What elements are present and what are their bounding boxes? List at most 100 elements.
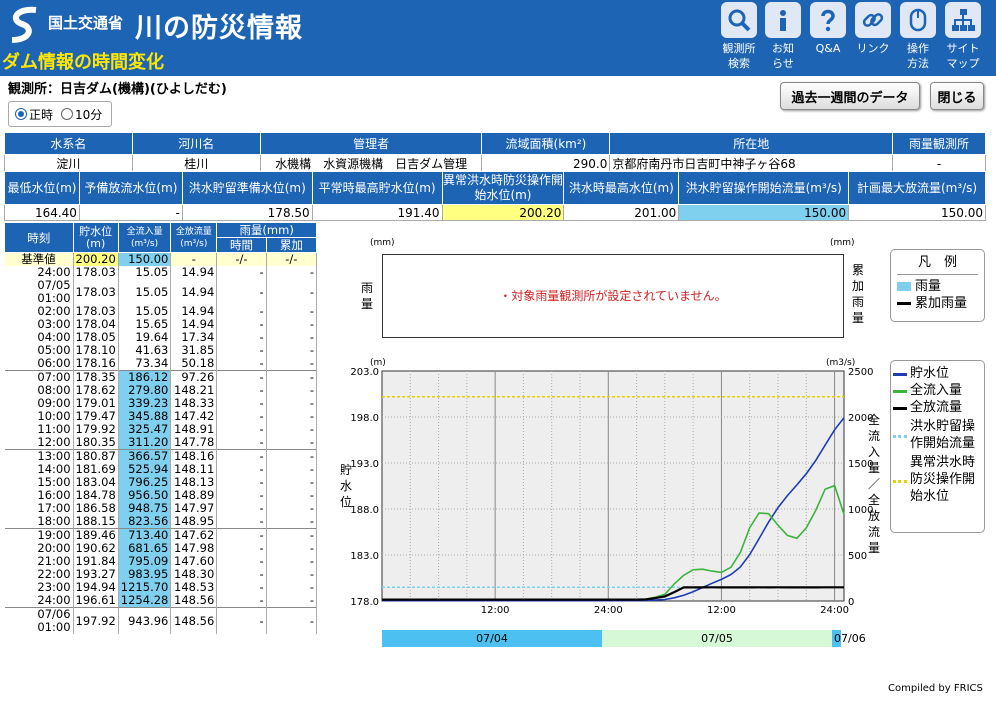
cell: 150.00 (678, 204, 850, 221)
rain-cum-cell: - (266, 305, 318, 318)
col-header-rain-time: 時間 (216, 237, 267, 253)
rain-cum-cell: - (266, 528, 318, 542)
rain-time-cell: - (216, 449, 267, 463)
legend-label: 雨量 (915, 279, 942, 294)
rain-cum-cell: - (266, 344, 318, 357)
cell: 191.40 (311, 204, 443, 221)
date-segment-0704: 07/04 (382, 630, 602, 647)
nav-howto[interactable]: 操作 方法 (896, 2, 940, 71)
legend-label: 洪水貯留操作開始流量 (910, 419, 976, 451)
cell: 桂川 (131, 154, 261, 173)
outflow-cell: 97.26 (170, 370, 218, 384)
rain-time-cell: - (216, 423, 267, 436)
basin-info-table: 水系名 河川名 管理者 流域面積(km²) 所在地 雨量観測所 淀川 桂川 水機… (4, 132, 986, 173)
inflow-cell: 15.05 (118, 266, 172, 279)
outflow-cell: 14.94 (170, 266, 218, 279)
y-tick-label-left: 198.0 (350, 413, 379, 424)
time-cell: 07/06 01:00 (4, 607, 74, 634)
radio-unselected-icon (61, 108, 74, 120)
ministry-name: 国土交通省 (48, 14, 124, 32)
radio-10min[interactable]: 10分 (61, 106, 102, 123)
rain-time-cell: - (216, 410, 267, 423)
time-cell: 12:00 (4, 436, 74, 450)
col-header: 洪水時最高水位(m) (563, 171, 680, 205)
cell: 水機構 水資源機構 日吉ダム管理 (259, 154, 483, 173)
rain-time-cell: - (216, 279, 267, 305)
cell: 178.50 (181, 204, 313, 221)
y-tick-label-right: 500 (848, 551, 867, 562)
level-cell: 178.03 (73, 279, 119, 305)
legend-label: 貯水位 (910, 366, 950, 381)
radio-hourly[interactable]: 正時 (15, 106, 53, 123)
level-axis-label: 貯水位 (339, 463, 352, 509)
compiled-by: Compiled by FRICS (888, 683, 983, 694)
rain-cum-cell: - (266, 397, 318, 410)
rain-time-cell: - (216, 515, 267, 529)
baseline-level: 200.20 (73, 252, 119, 266)
rain-time-cell: - (216, 357, 267, 371)
rain-cum-cell: - (266, 449, 318, 463)
cell: 淀川 (4, 154, 133, 173)
nav-qa[interactable]: Q&A (806, 2, 850, 56)
outflow-cell: 148.95 (170, 515, 218, 529)
inflow-cell: 15.05 (118, 279, 172, 305)
nav-notice[interactable]: お知 らせ (761, 2, 805, 71)
header-bar: 国土交通省 川の防災情報 ダム情報の時間変化 観測所 検索 お知 らせ Q&A … (0, 0, 996, 76)
site-title[interactable]: 川の防災情報 (135, 6, 303, 45)
y-tick-label-left: 193.0 (350, 459, 379, 470)
table-row: 07/05 01:00 178.03 15.05 14.94- - (4, 279, 318, 305)
rain-time-cell: - (216, 607, 267, 634)
col-header: 最低水位(m) (4, 171, 80, 205)
rain-axis-label: 雨量 (360, 281, 373, 311)
time-cell: 07/05 01:00 (4, 279, 74, 305)
legend-swatch-level (893, 373, 907, 376)
chart-legend: 貯水位 全流入量 全放流量 洪水貯留操作開始流量 異常洪水時防災操作開始水位 (890, 360, 985, 533)
page-subtitle: ダム情報の時間変化 (2, 52, 164, 73)
nav-label: 操作 方法 (907, 42, 929, 70)
table-row: 12:00 180.35 311.20 147.78- - (4, 436, 318, 450)
level-cell: 189.46 (73, 528, 119, 542)
close-button[interactable]: 閉じる (930, 82, 984, 110)
col-header: 雨量観測所 (892, 132, 986, 155)
rain-time-cell: - (216, 476, 267, 489)
table-row: 07/06 01:00 197.92 943.96 148.56- - (4, 607, 318, 634)
rain-cum-cell: - (266, 357, 318, 371)
level-cell: 178.35 (73, 370, 119, 384)
inflow-cell: 366.57 (118, 449, 172, 463)
radio-label: 正時 (29, 107, 54, 122)
cell: - (78, 204, 183, 221)
date-segment-0705: 07/05 (602, 630, 832, 647)
outflow-cell: 147.78 (170, 436, 218, 450)
legend-title: 凡 例 (897, 252, 978, 275)
inflow-cell: 943.96 (118, 607, 172, 634)
mlit-logo-icon (11, 6, 37, 43)
rain-time-cell: - (216, 344, 267, 357)
rain-time-cell: - (216, 594, 267, 608)
col-header: 流域面積(km²) (481, 132, 611, 155)
flow-axis-label: 全流入量／全放流量 (867, 413, 880, 555)
rain-cum-cell: - (266, 502, 318, 515)
nav-station-search[interactable]: 観測所 検索 (717, 2, 761, 71)
nav-label: お知 らせ (772, 42, 794, 70)
past-week-button[interactable]: 過去一週間のデータ (780, 82, 920, 110)
col-header-outflow: 全放流量 (m³/s) (170, 222, 218, 253)
rain-time-cell: - (216, 581, 267, 594)
cell: 164.40 (4, 204, 80, 221)
table-row: 18:00 188.15 823.56 148.95- - (4, 515, 318, 529)
date-segment-0706: 07/06 (834, 632, 866, 645)
x-tick-label: 12:00 (707, 605, 736, 614)
water-level-flow-chart: 178.0183.0188.0193.0198.0203.00500100015… (350, 358, 873, 614)
time-cell: 19:00 (4, 528, 74, 542)
nav-links[interactable]: リンク (851, 2, 895, 56)
link-icon (855, 2, 891, 38)
x-tick-label: 12:00 (481, 605, 510, 614)
baseline-row: 基準値 200.20 150.00 - -/- -/- (4, 252, 318, 266)
col-header-time: 時刻 (4, 222, 74, 253)
legend-label: 累加雨量 (915, 296, 968, 311)
inflow-cell: 823.56 (118, 515, 172, 529)
inflow-cell: 186.12 (118, 370, 172, 384)
rain-time-cell: - (216, 397, 267, 410)
mouse-icon (900, 2, 936, 38)
nav-sitemap[interactable]: サイト マップ (941, 2, 985, 71)
y-tick-label-left: 178.0 (350, 597, 379, 608)
